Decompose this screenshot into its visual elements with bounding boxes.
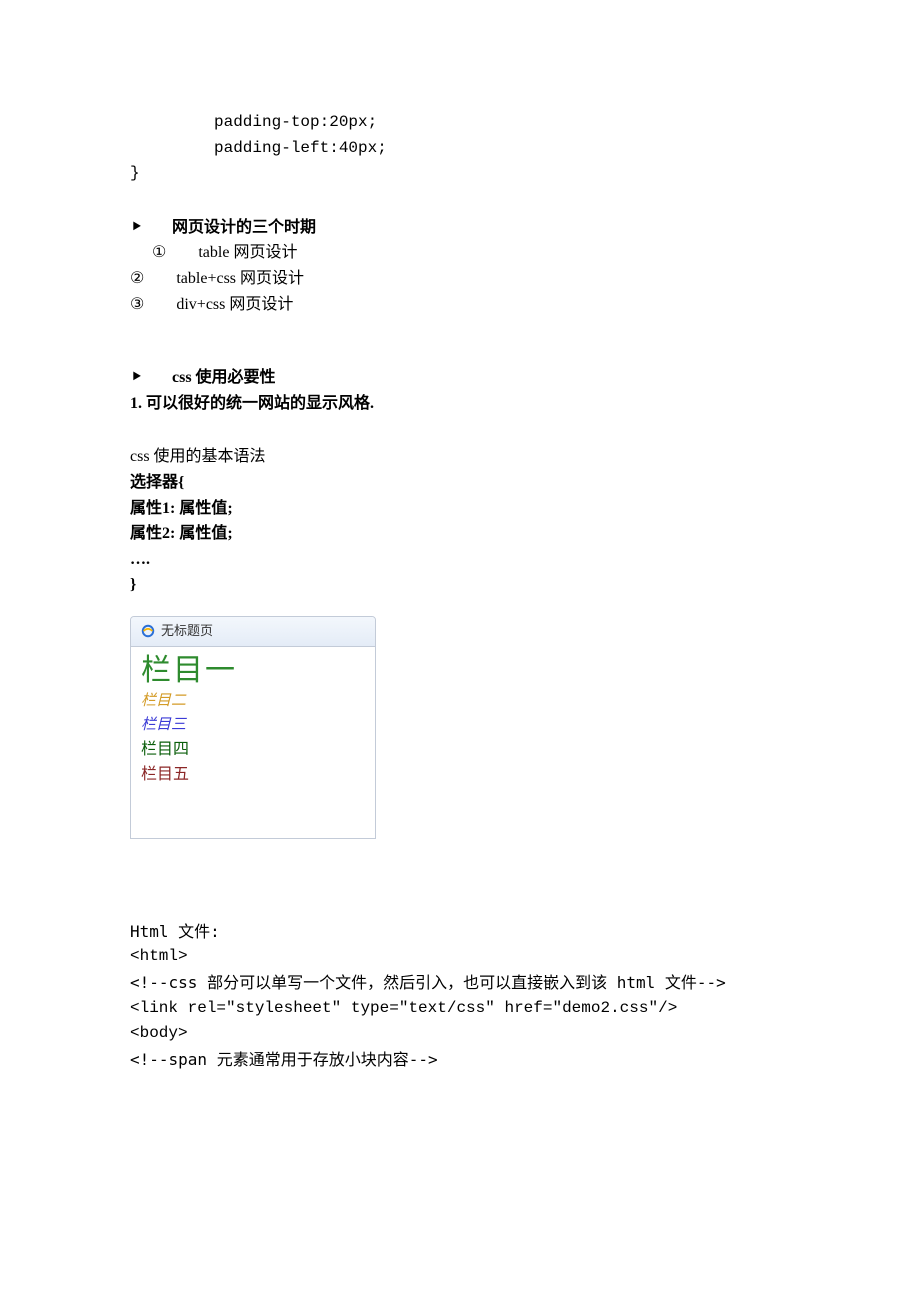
column-item-3: 栏目三 <box>141 713 365 737</box>
bullet-icon: ⯈ <box>130 215 146 241</box>
ordered-item: ③ div+css 网页设计 <box>130 292 790 318</box>
browser-body: 栏目一 栏目二 栏目三 栏目四 栏目五 <box>131 647 375 838</box>
column-item-2: 栏目二 <box>141 689 365 713</box>
section-title: 网页设计的三个时期 <box>172 215 316 241</box>
ordered-marker: ② <box>130 266 144 292</box>
point-text: 可以很好的统一网站的显示风格. <box>146 395 374 412</box>
code-line: <html> <box>130 944 790 970</box>
browser-tab: 无标题页 <box>131 617 375 647</box>
ordered-marker: ① <box>152 240 166 266</box>
point-number: 1. <box>130 395 142 412</box>
bullet-icon: ⯈ <box>130 365 146 391</box>
syntax-line: 选择器{ <box>130 470 790 496</box>
syntax-line: …. <box>130 547 790 573</box>
syntax-title: css 使用的基本语法 <box>130 444 790 470</box>
code-line-close: } <box>130 161 790 187</box>
code-snippet-top: padding-top:20px; padding-left:40px; } <box>130 110 790 187</box>
code-line: padding-top:20px; <box>130 110 790 136</box>
section-title: css 使用必要性 <box>172 365 276 391</box>
syntax-line: 属性2: 属性值; <box>130 521 790 547</box>
syntax-line: } <box>130 572 790 598</box>
column-item-1: 栏目一 <box>141 653 365 689</box>
ordered-text: table 网页设计 <box>198 240 297 266</box>
tab-title: 无标题页 <box>161 621 213 642</box>
column-item-4: 栏目四 <box>141 737 365 763</box>
ordered-item: ② table+css 网页设计 <box>130 266 790 292</box>
ordered-text: table+css 网页设计 <box>176 266 304 292</box>
ordered-marker: ③ <box>130 292 144 318</box>
code-line: <!--span 元素通常用于存放小块内容--> <box>130 1047 790 1073</box>
code-line: padding-left:40px; <box>130 136 790 162</box>
code-line: <body> <box>130 1021 790 1047</box>
html-file-block: Html 文件: <html> <!--css 部分可以单写一个文件，然后引入，… <box>130 919 790 1073</box>
section-three-periods: ⯈ 网页设计的三个时期 ① table 网页设计 ② table+css 网页设… <box>130 215 790 317</box>
column-item-5: 栏目五 <box>141 762 365 788</box>
ordered-item: ① table 网页设计 <box>130 240 790 266</box>
section-css-necessity: ⯈ css 使用必要性 1. 可以很好的统一网站的显示风格. <box>130 365 790 416</box>
ordered-text: div+css 网页设计 <box>176 292 293 318</box>
css-syntax-block: css 使用的基本语法 选择器{ 属性1: 属性值; 属性2: 属性值; …. … <box>130 444 790 598</box>
browser-screenshot: 无标题页 栏目一 栏目二 栏目三 栏目四 栏目五 <box>130 616 376 839</box>
syntax-line: 属性1: 属性值; <box>130 496 790 522</box>
numbered-point: 1. 可以很好的统一网站的显示风格. <box>130 391 790 417</box>
code-line: <link rel="stylesheet" type="text/css" h… <box>130 996 790 1022</box>
ie-icon <box>141 624 155 638</box>
code-line: <!--css 部分可以单写一个文件，然后引入，也可以直接嵌入到该 html 文… <box>130 970 790 996</box>
html-file-label: Html 文件: <box>130 919 790 945</box>
